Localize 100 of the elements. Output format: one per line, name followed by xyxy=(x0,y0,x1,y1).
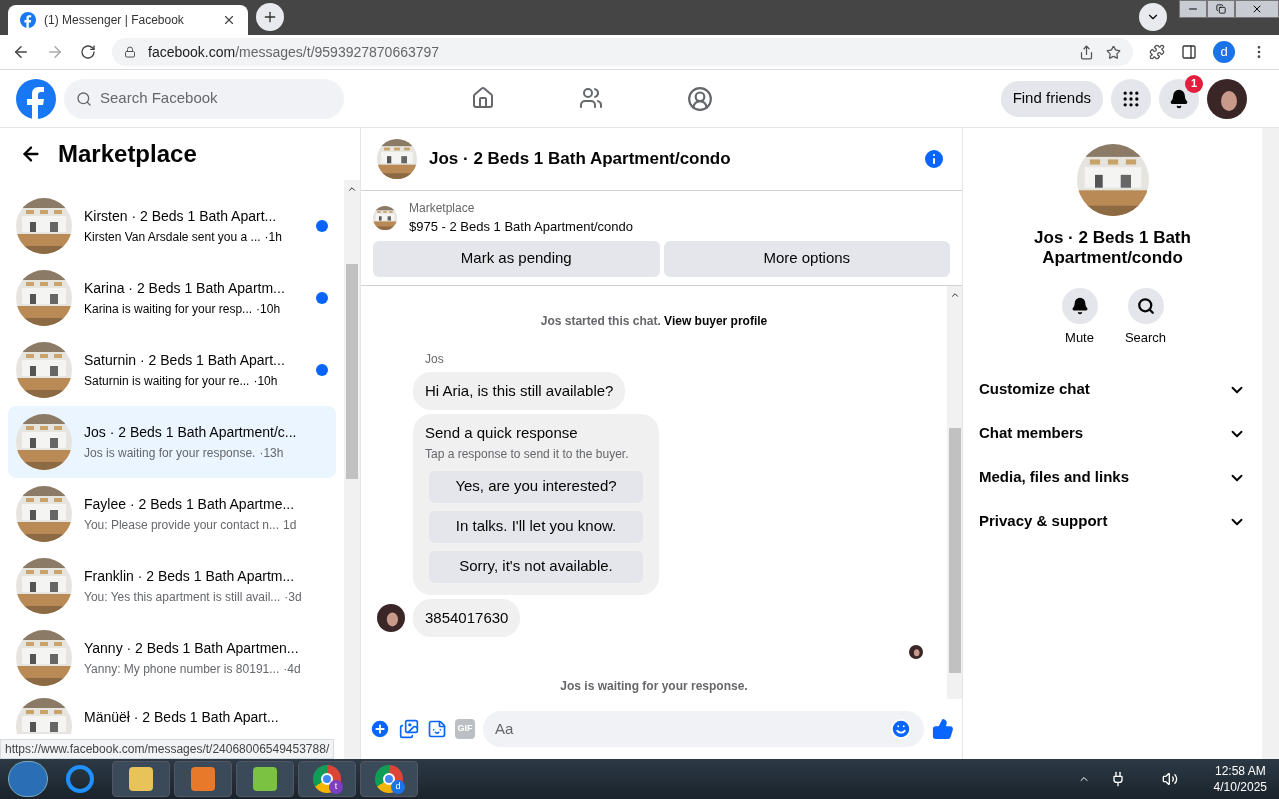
url-text: facebook.com/messages/t/9593927870663797 xyxy=(148,42,441,62)
waiting-note: Jos is waiting for your response. xyxy=(559,678,749,695)
conversation-title: Franklin · 2 Beds 1 Bath Apartm... xyxy=(84,566,295,585)
conversation-time: ·4d xyxy=(283,660,301,678)
page-scrollbar[interactable] xyxy=(1262,128,1279,759)
profile-badge: d xyxy=(391,780,405,794)
extensions-icon[interactable] xyxy=(1149,44,1165,60)
conversation-title: Kirsten · 2 Beds 1 Bath Apart... xyxy=(84,206,277,225)
minimize-button[interactable] xyxy=(1179,0,1207,18)
close-icon[interactable] xyxy=(222,13,236,27)
chrome-taskbar-icon[interactable]: d xyxy=(360,761,418,797)
tab-title: (1) Messenger | Facebook xyxy=(44,12,185,29)
sender-name: Jos xyxy=(425,350,445,368)
details-section[interactable]: Media, files and links xyxy=(979,455,1246,500)
new-tab-button[interactable] xyxy=(256,3,284,31)
address-bar[interactable]: facebook.com/messages/t/9593927870663797 xyxy=(112,38,1133,66)
listing-action-button[interactable]: Mark as pending xyxy=(373,240,660,277)
notification-badge: 1 xyxy=(1185,74,1203,93)
conversation-item[interactable]: Jos · 2 Beds 1 Bath Apartment/c... Jos is waiting for your response. ·13h xyxy=(8,406,336,478)
chat-start-note: Jos started this chat. View buyer profile xyxy=(539,312,769,330)
taskbar-app-icon[interactable] xyxy=(112,761,170,797)
conversation-item[interactable]: Faylee · 2 Beds 1 Bath Apartme... You: Please provide your contact n... 1d xyxy=(8,478,336,550)
home-icon[interactable] xyxy=(471,85,496,110)
conversation-time: ·10h xyxy=(253,372,278,390)
quick-response-button[interactable]: Yes, are you interested? xyxy=(429,470,643,503)
account-avatar[interactable] xyxy=(1207,78,1247,119)
conversation-preview: Saturnin is waiting for your re... xyxy=(84,372,250,390)
search-icon xyxy=(76,90,92,107)
conversation-item[interactable]: Saturnin · 2 Beds 1 Bath Apart... Saturnin is waiting for your re... ·10h xyxy=(8,334,336,406)
status-url: https://www.facebook.com/messages/t/24068006549453788/ xyxy=(0,739,335,759)
quick-response-hint: Tap a response to send it to the buyer. xyxy=(425,445,630,463)
conversation-preview: Jos is waiting for your response. xyxy=(84,444,256,462)
clock-date: 4/10/2025 xyxy=(1213,779,1267,795)
conversation-time: ·10h xyxy=(256,300,281,318)
conversation-preview: You: Please provide your contact n... xyxy=(84,516,279,534)
details-action-button[interactable]: Search xyxy=(1120,288,1171,348)
listing-title: $975 - 2 Beds 1 Bath Apartment/condo xyxy=(409,218,634,236)
profile-avatar[interactable]: d xyxy=(1213,41,1235,63)
chat-title: Jos · 2 Beds 1 Bath Apartment/condo xyxy=(429,148,732,171)
details-section[interactable]: Chat members xyxy=(979,411,1246,456)
bookmark-star-icon[interactable] xyxy=(1106,44,1121,60)
like-icon[interactable] xyxy=(932,718,954,740)
view-profile-link[interactable]: View buyer profile xyxy=(664,313,768,328)
quick-response-button[interactable]: In talks. I'll let you know. xyxy=(429,510,643,543)
facebook-logo-icon xyxy=(20,12,36,28)
message-field[interactable]: Aa xyxy=(483,711,924,747)
conversation-time: 1d xyxy=(283,516,297,534)
scrollbar[interactable] xyxy=(344,180,360,759)
message-input: Aa xyxy=(495,717,890,741)
taskbar-app-icon[interactable] xyxy=(174,761,232,797)
sticker-icon[interactable] xyxy=(427,719,447,739)
conversation-preview: Karina is waiting for your resp... xyxy=(84,300,253,318)
close-window-button[interactable] xyxy=(1235,0,1279,18)
add-icon[interactable] xyxy=(369,718,391,740)
friends-icon[interactable] xyxy=(579,85,604,110)
conversation-item[interactable]: Kirsten · 2 Beds 1 Bath Apart... Kirsten Van Arsdale sent you a ... ·1h xyxy=(8,190,336,262)
conversation-title: Faylee · 2 Beds 1 Bath Apartme... xyxy=(84,494,295,513)
conversation-preview: You: Yes this apartment is still avail... xyxy=(84,588,281,606)
side-panel-icon[interactable] xyxy=(1181,44,1197,60)
reload-icon[interactable] xyxy=(80,44,96,60)
conversation-title: Saturnin · 2 Beds 1 Bath Apart... xyxy=(84,350,285,369)
search-field[interactable]: Search Facebook xyxy=(64,78,344,119)
listing-source: Marketplace xyxy=(409,200,476,217)
message-bubble: 3854017630 xyxy=(413,598,521,637)
quick-response-title: Send a quick response xyxy=(425,423,579,443)
conversation-item[interactable]: Yanny · 2 Beds 1 Bath Apartmen... Yanny: My phone number is 80191... ·4d xyxy=(8,622,336,694)
share-icon[interactable] xyxy=(1079,44,1094,60)
conversation-item[interactable]: Franklin · 2 Beds 1 Bath Apartm... You: Yes this apartment is still avail... ·3d xyxy=(8,550,336,622)
conversation-title: Mänüëł · 2 Beds 1 Bath Apart... xyxy=(84,708,279,726)
volume-icon[interactable] xyxy=(1161,771,1178,787)
chrome-taskbar-icon[interactable]: t xyxy=(298,761,356,797)
facebook-logo-icon[interactable] xyxy=(16,78,56,119)
details-section[interactable]: Privacy & support xyxy=(979,499,1246,544)
photo-icon[interactable] xyxy=(399,719,419,739)
lock-icon xyxy=(124,46,136,58)
taskbar-app-icon[interactable] xyxy=(236,761,294,797)
details-section[interactable]: Customize chat xyxy=(979,367,1246,412)
conversation-title: Jos · 2 Beds 1 Bath Apartment/c... xyxy=(84,422,297,441)
scrollbar[interactable] xyxy=(947,285,962,699)
conversation-preview: Kirsten Van Arsdale sent you a ... xyxy=(84,228,261,246)
sidebar-title: Marketplace xyxy=(58,139,197,169)
menu-button[interactable] xyxy=(1111,78,1151,119)
conversation-item[interactable]: Karina · 2 Beds 1 Bath Apartm... Karina is waiting for your resp... ·10h xyxy=(8,262,336,334)
scroll-up-icon[interactable] xyxy=(347,184,357,194)
quick-response-button[interactable]: Sorry, it's not available. xyxy=(429,550,643,583)
info-icon[interactable] xyxy=(922,147,946,171)
browser-tab[interactable]: (1) Messenger | Facebook xyxy=(8,5,248,35)
back-icon[interactable] xyxy=(12,43,30,61)
start-button[interactable] xyxy=(8,761,48,797)
conversation-preview: Yanny: My phone number is 80191... xyxy=(84,660,280,678)
search-input: Search Facebook xyxy=(100,87,332,110)
conversation-time: ·3d xyxy=(284,588,302,606)
find-friends-button[interactable]: Find friends xyxy=(1000,80,1103,117)
tab-search-button[interactable] xyxy=(1139,3,1167,31)
details-action-button[interactable]: Mute xyxy=(1054,288,1105,348)
restore-button[interactable] xyxy=(1207,0,1235,18)
conversation-title: Karina · 2 Beds 1 Bath Apartm... xyxy=(84,278,285,297)
close-icon xyxy=(1251,3,1263,15)
listing-action-button[interactable]: More options xyxy=(663,240,950,277)
emoji-icon[interactable] xyxy=(890,718,912,740)
